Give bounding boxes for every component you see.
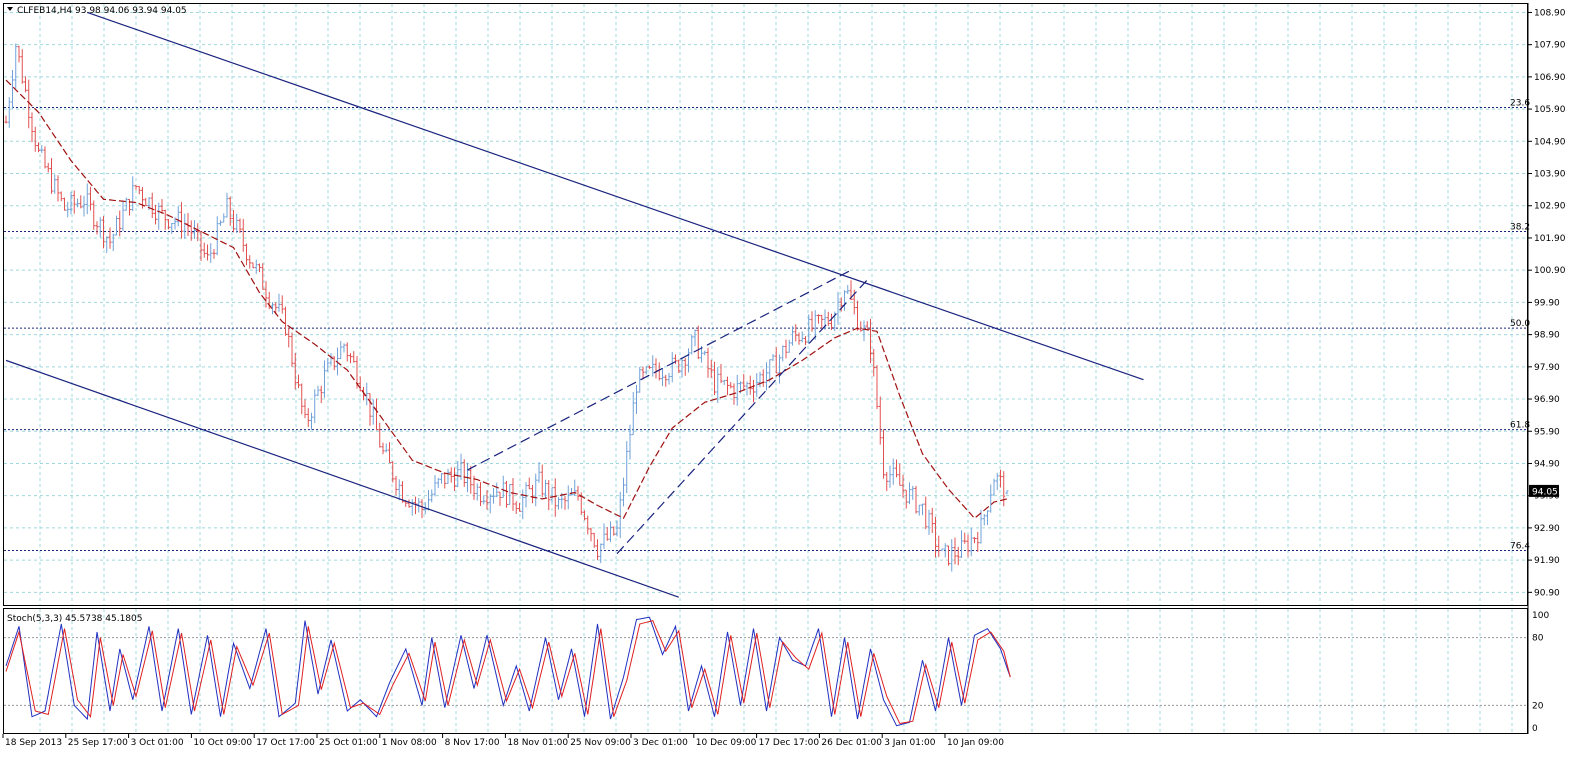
stoch-tick-label: 80 xyxy=(1532,634,1544,644)
time-tick-label: 3 Oct 01:00 xyxy=(131,738,184,748)
time-tick-label: 26 Dec 01:00 xyxy=(821,738,882,748)
time-tick-label: 3 Dec 01:00 xyxy=(633,738,688,748)
price-tick-label: 94.90 xyxy=(1534,459,1560,469)
time-tick-label: 25 Sep 17:00 xyxy=(68,738,128,748)
price-tick-label: 90.90 xyxy=(1534,588,1560,598)
time-tick-label: 25 Nov 09:00 xyxy=(570,738,631,748)
stoch-tick-label: 20 xyxy=(1532,701,1544,711)
time-tick-label: 8 Nov 17:00 xyxy=(445,738,500,748)
price-chart[interactable]: 23.638.250.061.876.4 108.90107.90106.901… xyxy=(0,0,1596,762)
price-tag: 94.05 xyxy=(1529,484,1559,497)
time-tick-label: 3 Jan 01:00 xyxy=(884,738,936,748)
time-tick-label: 1 Nov 08:00 xyxy=(382,738,437,748)
stoch-label: Stoch(5,3,3) 45.5738 45.1805 xyxy=(7,614,142,624)
price-tick-label: 100.90 xyxy=(1534,266,1566,276)
price-tick-label: 107.90 xyxy=(1534,41,1566,51)
time-tick-label: 10 Dec 09:00 xyxy=(696,738,757,748)
price-tag-label: 94.05 xyxy=(1532,487,1558,497)
price-tick-label: 92.90 xyxy=(1534,524,1560,534)
price-tick-label: 108.90 xyxy=(1534,8,1566,18)
stoch-tick-label: 0 xyxy=(1532,724,1538,734)
price-tick-label: 91.90 xyxy=(1534,556,1560,566)
price-tick-label: 103.90 xyxy=(1534,170,1566,180)
time-tick-label: 18 Nov 01:00 xyxy=(507,738,568,748)
price-tick-label: 105.90 xyxy=(1534,105,1566,115)
chart-header-label: CLFEB14,H4 93.98 94.06 93.94 94.05 xyxy=(17,6,187,16)
price-tick-label: 106.90 xyxy=(1534,73,1566,83)
price-tick-label: 96.90 xyxy=(1534,395,1560,405)
price-tick-label: 98.90 xyxy=(1534,331,1560,341)
time-tick-label: 17 Oct 17:00 xyxy=(256,738,315,748)
time-tick-label: 10 Jan 09:00 xyxy=(947,738,1004,748)
time-tick-label: 17 Dec 17:00 xyxy=(759,738,820,748)
time-tick-label: 10 Oct 09:00 xyxy=(193,738,252,748)
price-tick-label: 101.90 xyxy=(1534,234,1566,244)
time-tick-label: 25 Oct 01:00 xyxy=(319,738,378,748)
price-tick-label: 99.90 xyxy=(1534,298,1560,308)
price-tick-label: 97.90 xyxy=(1534,363,1560,373)
price-tick-label: 95.90 xyxy=(1534,427,1560,437)
price-tick-label: 102.90 xyxy=(1534,202,1566,212)
price-tick-label: 104.90 xyxy=(1534,137,1566,147)
time-tick-label: 18 Sep 2013 xyxy=(5,738,62,748)
chart-background xyxy=(0,0,1596,762)
stoch-tick-label: 100 xyxy=(1532,611,1549,621)
